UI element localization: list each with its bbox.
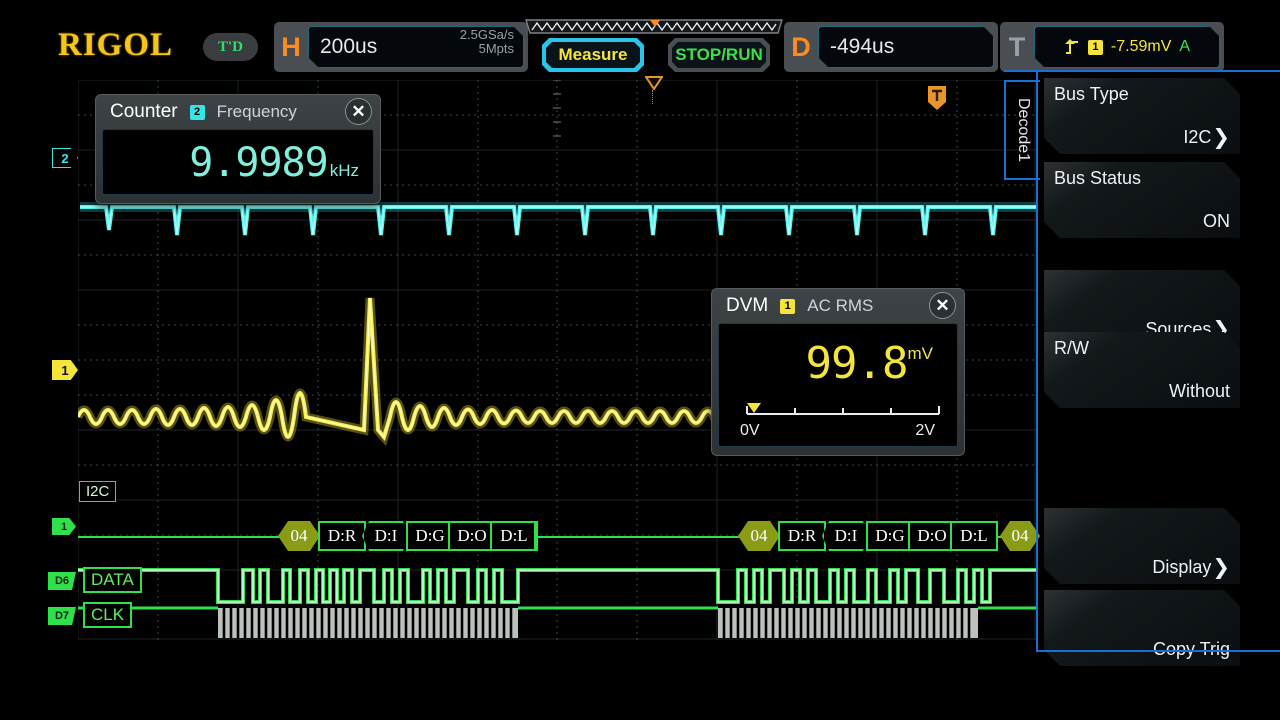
digital-channel-d6-label: DATA	[83, 567, 142, 593]
counter-panel[interactable]: Counter 2 Frequency ✕ 9.9989 kHz	[95, 94, 381, 204]
digital-channel-d7-label: CLK	[83, 602, 132, 628]
digital-channel-d7-trace	[78, 602, 1036, 644]
dvm-unit: mV	[908, 344, 934, 364]
i2c-decode-row: 04 D:R D:I D:G D:O D:L 04 D:R D:I D:G D:…	[78, 521, 1036, 555]
i2c-packet[interactable]: D:O	[448, 521, 496, 551]
delay-value: -494us	[819, 35, 894, 59]
measure-run-group: Measure STOP/RUN	[524, 18, 784, 73]
oscilloscope-screen: RIGOL T'D H 200us 2.5GSa/s 5Mpts Measure	[0, 0, 1280, 720]
dvm-scale-min-label: 0V	[740, 422, 760, 440]
menu-item-value: I2C ❯	[1183, 127, 1230, 148]
dvm-close-button[interactable]: ✕	[929, 292, 956, 319]
counter-panel-body: 9.9989 kHz	[102, 129, 374, 195]
trigger-status-badge: T'D	[203, 33, 258, 61]
timebase-value: 200us	[309, 35, 377, 59]
dvm-panel-title: DVM	[726, 295, 768, 317]
counter-close-button[interactable]: ✕	[345, 98, 372, 125]
i2c-packet[interactable]: D:G	[866, 521, 914, 551]
i2c-packet[interactable]: D:L	[950, 521, 998, 551]
bus-name-label: I2C	[79, 481, 116, 502]
decode-tab[interactable]: Decode1	[1004, 80, 1040, 180]
rigol-logo: RIGOL	[58, 27, 173, 64]
stop-run-button-label: STOP/RUN	[675, 45, 763, 65]
memory-depth-value: 5Mpts	[460, 42, 514, 56]
menu-item-value: ON	[1203, 211, 1230, 232]
digital-channel-d6-marker[interactable]: D6	[48, 572, 76, 590]
trigger-level-value: -7.59mV	[1111, 38, 1171, 56]
sample-rate-info: 2.5GSa/s 5Mpts	[460, 28, 514, 56]
menu-item-value-text: ON	[1203, 211, 1230, 232]
horizontal-settings-group[interactable]: H 200us 2.5GSa/s 5Mpts	[274, 22, 528, 72]
menu-item-value: Display ❯	[1152, 557, 1230, 578]
digital-channel-d7-marker[interactable]: D7	[48, 607, 76, 625]
counter-value: 9.9989	[189, 140, 328, 186]
counter-mode-label: Frequency	[217, 102, 297, 122]
side-menu-panel: Decode1 Bus Type I2C ❯ Bus Status ON Sou…	[1000, 70, 1280, 650]
menu-item-value-text: Without	[1169, 381, 1230, 402]
dvm-panel[interactable]: DVM 1 AC RMS ✕ 99.8 mV 0V	[711, 288, 965, 456]
counter-unit: kHz	[330, 161, 359, 181]
channel-2-position-marker[interactable]: 2	[52, 148, 78, 168]
i2c-packet[interactable]: 04	[738, 521, 780, 551]
counter-source-badge: 2	[190, 105, 205, 120]
delay-box[interactable]: -494us	[818, 26, 994, 68]
i2c-packet[interactable]: D:I	[362, 521, 410, 551]
dvm-source-badge: 1	[780, 299, 795, 314]
i2c-packet[interactable]: D:R	[318, 521, 366, 551]
i2c-packet[interactable]: D:I	[822, 521, 870, 551]
i2c-packet[interactable]: 04	[278, 521, 320, 551]
menu-item-rw[interactable]: R/W Without	[1044, 332, 1240, 408]
timebase-box[interactable]: 200us 2.5GSa/s 5Mpts	[308, 26, 524, 68]
dvm-scale-max-label: 2V	[915, 422, 935, 440]
menu-item-bus-type[interactable]: Bus Type I2C ❯	[1044, 78, 1240, 154]
trigger-edge-icon	[1064, 38, 1080, 56]
menu-item-label: Bus Type	[1054, 84, 1129, 105]
sample-rate-value: 2.5GSa/s	[460, 28, 514, 42]
stop-run-button[interactable]: STOP/RUN	[668, 38, 770, 72]
horizontal-icon: H	[274, 32, 308, 63]
dvm-panel-header: DVM 1 AC RMS ✕	[712, 289, 964, 323]
menu-item-label: Bus Status	[1054, 168, 1141, 189]
counter-panel-title: Counter	[110, 101, 178, 123]
trigger-box[interactable]: 1 -7.59mV A	[1034, 26, 1220, 68]
delay-icon: D	[784, 32, 818, 63]
channel-1-position-marker[interactable]: 1	[52, 360, 78, 380]
trigger-sweep-mode: A	[1179, 38, 1190, 56]
dvm-panel-body: 99.8 mV 0V 2V	[718, 323, 958, 447]
menu-item-display[interactable]: Display ❯	[1044, 508, 1240, 584]
decode-tab-label: Decode1	[1014, 98, 1032, 162]
measure-button-label: Measure	[559, 45, 628, 65]
menu-item-bus-status[interactable]: Bus Status ON	[1044, 162, 1240, 238]
bottom-channel-bar: 1 500mV -100mV 2 500mV +1.44V	[0, 645, 1280, 720]
chevron-right-icon: ❯	[1212, 559, 1230, 577]
i2c-packet[interactable]: D:G	[406, 521, 454, 551]
i2c-packet[interactable]: D:L	[490, 521, 538, 551]
menu-item-value: Without	[1169, 381, 1230, 402]
menu-item-value-text: Display	[1152, 557, 1211, 578]
bus-position-marker[interactable]: 1	[52, 518, 76, 535]
i2c-packet[interactable]: D:O	[908, 521, 956, 551]
menu-item-label: R/W	[1054, 338, 1089, 359]
delay-settings-group[interactable]: D -494us	[784, 22, 998, 72]
i2c-packet[interactable]: D:R	[778, 521, 826, 551]
trigger-settings-group[interactable]: T 1 -7.59mV A	[1000, 22, 1224, 72]
trigger-icon: T	[1000, 32, 1034, 63]
waveform-strip-icon	[524, 18, 784, 35]
measure-button[interactable]: Measure	[542, 38, 644, 72]
menu-item-value-text: I2C	[1183, 127, 1211, 148]
dvm-mode-label: AC RMS	[807, 296, 873, 316]
dvm-value: 99.8	[806, 338, 908, 389]
chevron-right-icon: ❯	[1212, 129, 1230, 147]
trigger-source-badge: 1	[1088, 40, 1103, 55]
dvm-scale-bar	[743, 400, 943, 420]
counter-panel-header: Counter 2 Frequency ✕	[96, 95, 380, 129]
top-status-bar: RIGOL T'D H 200us 2.5GSa/s 5Mpts Measure	[0, 0, 1280, 76]
trigger-level-marker[interactable]	[927, 85, 947, 111]
trigger-position-marker[interactable]	[645, 76, 663, 90]
trigger-position-line	[652, 90, 653, 104]
